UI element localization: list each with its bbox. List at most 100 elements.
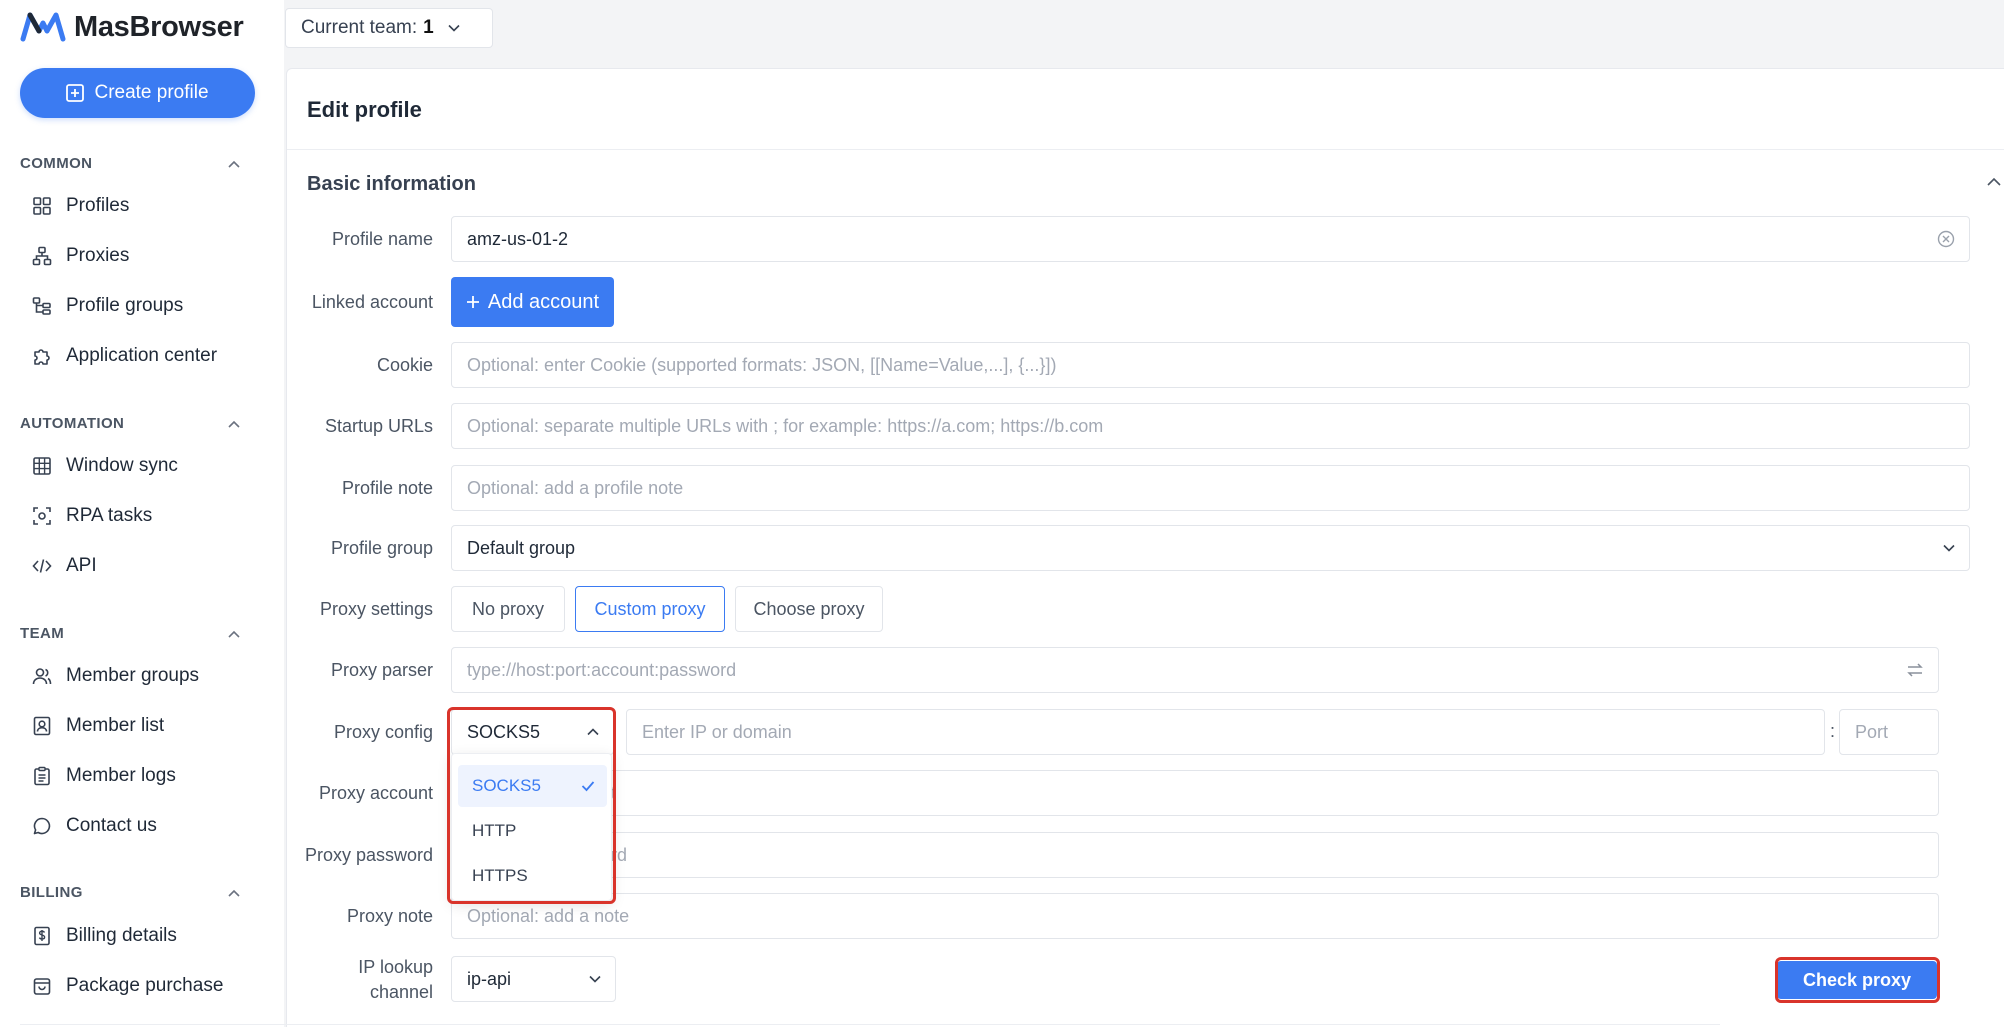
ip-lookup-select[interactable]: ip-api <box>451 956 616 1002</box>
clipboard-icon <box>34 766 50 786</box>
sidebar-item-member-list[interactable]: Member list <box>32 708 164 744</box>
proxy-type-select[interactable]: SOCKS5 <box>451 709 614 755</box>
ip-lookup-label-line2: channel <box>369 982 433 1002</box>
section-billing[interactable]: BILLING <box>20 884 240 901</box>
chat-icon <box>33 817 51 835</box>
proxy-host-input[interactable]: Enter IP or domain <box>626 709 1825 755</box>
grid-icon <box>33 197 51 215</box>
option-label: HTTPS <box>472 866 528 885</box>
proxy-parser-label: Proxy parser <box>330 660 433 680</box>
sidebar-item-label: Proxies <box>66 245 130 266</box>
chevron-down-icon <box>589 975 601 983</box>
proxy-note-placeholder: Optional: add a note <box>467 905 630 926</box>
proxy-password-label: Proxy password <box>304 845 433 865</box>
check-icon <box>581 781 595 792</box>
sidebar-item-label: Profiles <box>66 195 130 216</box>
sidebar-item-label: Profile groups <box>66 295 184 316</box>
proxy-port-input[interactable]: Port <box>1839 709 1939 755</box>
sidebar-item-billing-details[interactable]: Billing details <box>32 918 177 954</box>
chevron-up-icon[interactable] <box>1987 177 2001 186</box>
proxy-type-option-http[interactable]: HTTP <box>458 810 607 852</box>
profile-name-label: Profile name <box>331 229 433 249</box>
sidebar-item-member-logs[interactable]: Member logs <box>32 758 176 794</box>
dollar-doc-icon <box>34 926 50 946</box>
sidebar-item-contact-us[interactable]: Contact us <box>32 808 157 844</box>
sidebar-item-label: Member logs <box>66 765 176 786</box>
table-grid-icon <box>33 457 51 475</box>
option-label: SOCKS5 <box>472 776 541 795</box>
section-common[interactable]: COMMON <box>20 155 240 172</box>
puzzle-icon <box>34 349 50 365</box>
masbrowser-logo-icon <box>20 12 66 42</box>
profile-group-select[interactable]: Default group <box>451 525 1970 571</box>
sidebar-item-label: Package purchase <box>66 975 224 996</box>
sidebar-item-label: Contact us <box>66 815 157 836</box>
proxy-type-option-socks5[interactable]: SOCKS5 <box>458 765 607 807</box>
custom-proxy-option[interactable]: Custom proxy <box>575 586 725 632</box>
proxy-account-label: Proxy account <box>318 783 433 803</box>
plus-icon <box>466 296 479 308</box>
profile-group-label: Profile group <box>330 538 433 558</box>
section-team[interactable]: TEAM <box>20 625 240 642</box>
proxy-account-input[interactable]: t <box>451 770 1939 816</box>
proxy-note-label: Proxy note <box>346 906 433 926</box>
startup-urls-label: Startup URLs <box>324 416 433 436</box>
create-profile-button[interactable]: Create profile <box>20 68 255 118</box>
section-basic-information: Basic information <box>307 173 476 195</box>
proxy-type-value: SOCKS5 <box>467 721 541 742</box>
cookie-input[interactable]: Optional: enter Cookie (supported format… <box>451 342 1970 388</box>
plus-square-icon <box>66 84 85 102</box>
check-proxy-button[interactable]: Check proxy <box>1777 961 1937 999</box>
clear-icon[interactable] <box>1937 230 1955 248</box>
sidebar-item-profiles[interactable]: Profiles <box>32 188 129 224</box>
proxy-parser-input[interactable]: type://host:port:account:password <box>451 647 1939 693</box>
profile-note-placeholder: Optional: add a profile note <box>467 477 684 498</box>
proxy-parser-placeholder: type://host:port:account:password <box>467 659 737 680</box>
section-title: AUTOMATION <box>20 415 125 432</box>
profile-name-input[interactable]: amz-us-01-2 <box>451 216 1970 262</box>
profile-name-value: amz-us-01-2 <box>467 228 569 249</box>
chevron-up-icon <box>228 160 240 168</box>
sidebar-item-application-center[interactable]: Application center <box>32 338 217 374</box>
sidebar-item-window-sync[interactable]: Window sync <box>32 448 178 484</box>
sidebar-item-rpa-tasks[interactable]: RPA tasks <box>32 498 152 534</box>
sidebar-item-label: RPA tasks <box>66 505 153 526</box>
option-label: HTTP <box>472 821 517 840</box>
ip-lookup-label-line1: IP lookup <box>358 957 433 977</box>
chevron-down-icon <box>1943 544 1955 552</box>
app-logo[interactable]: MasBrowser <box>20 10 244 44</box>
sidebar-item-label: Member groups <box>66 665 200 686</box>
chevron-up-icon <box>228 420 240 428</box>
swap-icon[interactable] <box>1906 662 1924 678</box>
profile-note-input[interactable]: Optional: add a profile note <box>451 465 1970 511</box>
proxy-password-placeholder: rd <box>611 844 628 865</box>
sidebar-item-proxies[interactable]: Proxies <box>32 238 129 274</box>
current-team-select[interactable]: Current team: 1 <box>285 8 493 48</box>
sidebar-item-label: Member list <box>66 715 165 736</box>
add-account-button[interactable]: Add account <box>451 277 614 327</box>
sidebar-item-package-purchase[interactable]: Package purchase <box>32 968 223 1004</box>
sidebar-item-profile-groups[interactable]: Profile groups <box>32 288 183 324</box>
proxy-note-input[interactable]: Optional: add a note <box>451 893 1939 939</box>
section-title: TEAM <box>20 625 65 642</box>
no-proxy-option[interactable]: No proxy <box>451 586 565 632</box>
page-title: Edit profile <box>307 97 422 122</box>
proxy-type-option-https[interactable]: HTTPS <box>458 855 607 897</box>
proxy-config-label: Proxy config <box>333 722 433 742</box>
network-icon <box>32 246 52 266</box>
section-automation[interactable]: AUTOMATION <box>20 415 240 432</box>
divider <box>20 1024 1720 1025</box>
proxy-password-input[interactable]: rd <box>451 832 1939 878</box>
tree-icon <box>32 297 51 315</box>
app-name: MasBrowser <box>74 10 244 43</box>
create-profile-label: Create profile <box>94 82 209 103</box>
sidebar-item-api[interactable]: API <box>32 548 97 584</box>
choose-proxy-option[interactable]: Choose proxy <box>735 586 883 632</box>
chevron-down-icon <box>448 24 460 32</box>
startup-urls-placeholder: Optional: separate multiple URLs with ; … <box>467 415 1104 436</box>
contact-card-icon <box>33 716 51 736</box>
proxy-settings-label: Proxy settings <box>319 599 433 619</box>
sidebar-item-label: Billing details <box>66 925 177 946</box>
sidebar-item-member-groups[interactable]: Member groups <box>32 658 199 694</box>
startup-urls-input[interactable]: Optional: separate multiple URLs with ; … <box>451 403 1970 449</box>
